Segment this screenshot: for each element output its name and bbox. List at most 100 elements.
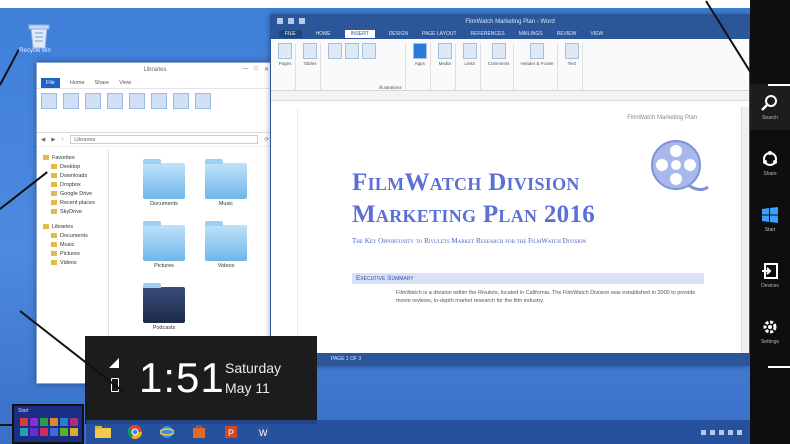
- chrome-icon[interactable]: [124, 423, 146, 441]
- charm-search[interactable]: Search: [750, 84, 790, 130]
- explorer-tab-view[interactable]: View: [119, 80, 131, 86]
- charms-bar: Search Share Start Devices Settings: [750, 0, 790, 444]
- explorer-title-bar[interactable]: Libraries — □ ✕: [37, 63, 273, 77]
- word-tab-review[interactable]: REVIEW: [557, 31, 577, 37]
- tile: [70, 428, 78, 436]
- ribbon-group[interactable]: Header & Footer: [518, 43, 558, 90]
- charm-start[interactable]: Start: [750, 196, 790, 242]
- nav-item[interactable]: SkyDrive: [43, 207, 108, 216]
- word-window[interactable]: FilmWatch Marketing Plan - Word FILE HOM…: [270, 14, 750, 366]
- nav-item[interactable]: Music: [43, 240, 108, 249]
- forward-icon[interactable]: ▶: [51, 137, 55, 143]
- folder-icon: [51, 251, 57, 256]
- internet-explorer-icon[interactable]: [156, 423, 178, 441]
- word-tab-mailings[interactable]: MAILINGS: [519, 31, 543, 37]
- close-icon[interactable]: ✕: [264, 66, 269, 73]
- save-icon[interactable]: [277, 18, 283, 24]
- powerpoint-icon[interactable]: P: [220, 423, 242, 441]
- word-icon[interactable]: W: [252, 423, 274, 441]
- word-title-bar[interactable]: FilmWatch Marketing Plan - Word: [271, 15, 749, 28]
- folder-item[interactable]: Pictures: [139, 221, 189, 269]
- word-title: FilmWatch Marketing Plan - Word: [465, 18, 555, 25]
- ribbon-group[interactable]: Pages: [275, 43, 296, 90]
- folder-item[interactable]: Music: [201, 159, 251, 207]
- nav-item[interactable]: Recent places: [43, 198, 108, 207]
- tile: [50, 418, 58, 426]
- system-tray[interactable]: [701, 429, 750, 435]
- undo-icon[interactable]: [288, 18, 294, 24]
- folder-label: Pictures: [154, 263, 174, 269]
- ribbon-group[interactable]: Links: [460, 43, 481, 90]
- folder-item[interactable]: Podcasts: [139, 283, 189, 331]
- folder-item[interactable]: Videos: [201, 221, 251, 269]
- ribbon-group[interactable]: Media: [435, 43, 456, 90]
- maximize-icon[interactable]: □: [254, 66, 258, 73]
- new-folder-button[interactable]: [151, 93, 167, 109]
- recycle-bin-icon: [28, 24, 50, 49]
- folder-icon: [51, 209, 57, 214]
- file-explorer-icon[interactable]: [92, 423, 114, 441]
- ribbon-group[interactable]: Text: [562, 43, 583, 90]
- explorer-tab-share[interactable]: Share: [95, 80, 110, 86]
- document-page[interactable]: FilmWatch Marketing Plan FilmWatch Divis…: [297, 107, 731, 351]
- charm-settings[interactable]: Settings: [750, 308, 790, 354]
- ribbon-group[interactable]: Tables: [300, 43, 321, 90]
- nav-item[interactable]: Desktop: [43, 162, 108, 171]
- tray-icon[interactable]: [737, 429, 742, 435]
- nav-item[interactable]: Favorites: [43, 153, 108, 162]
- tray-icon[interactable]: [701, 429, 706, 435]
- folder-icon: [51, 191, 57, 196]
- folder-label: Videos: [217, 263, 235, 269]
- back-icon[interactable]: ◀: [41, 137, 45, 143]
- charm-share[interactable]: Share: [750, 140, 790, 186]
- word-tab-home[interactable]: HOME: [316, 31, 331, 37]
- copy-to-button[interactable]: [107, 93, 123, 109]
- folder-item[interactable]: Documents: [139, 159, 189, 207]
- explorer-tab-home[interactable]: Home: [70, 80, 85, 86]
- nav-item[interactable]: Pictures: [43, 249, 108, 258]
- word-tab-view[interactable]: VIEW: [590, 31, 603, 37]
- refresh-icon[interactable]: ⟳: [264, 137, 269, 143]
- properties-button[interactable]: [173, 93, 189, 109]
- nav-item[interactable]: Videos: [43, 258, 108, 267]
- paste-button[interactable]: [63, 93, 79, 109]
- select-all-button[interactable]: [195, 93, 211, 109]
- word-tab-insert[interactable]: INSERT: [344, 29, 375, 38]
- address-field[interactable]: Libraries: [70, 135, 259, 144]
- ribbon-group[interactable]: Apps: [410, 43, 431, 90]
- copy-button[interactable]: [41, 93, 57, 109]
- delete-button[interactable]: [129, 93, 145, 109]
- folder-icon: [205, 159, 247, 199]
- store-icon[interactable]: [188, 423, 210, 441]
- explorer-tab-file[interactable]: File: [41, 77, 60, 88]
- charm-devices[interactable]: Devices: [750, 252, 790, 298]
- tile: [60, 428, 68, 436]
- vertical-scrollbar[interactable]: [741, 107, 749, 353]
- share-icon: [763, 150, 777, 166]
- move-to-button[interactable]: [85, 93, 101, 109]
- tray-icon[interactable]: [728, 429, 733, 435]
- word-tab-design[interactable]: DESIGN: [389, 31, 408, 37]
- ribbon-group[interactable]: Illustrations: [325, 43, 406, 90]
- nav-item[interactable]: Dropbox: [43, 180, 108, 189]
- word-tab-file[interactable]: FILE: [279, 29, 302, 38]
- minimize-icon[interactable]: —: [242, 66, 248, 73]
- redo-icon[interactable]: [299, 18, 305, 24]
- ribbon-group[interactable]: Comments: [485, 43, 514, 90]
- tile: [20, 418, 28, 426]
- nav-item-label: Downloads: [60, 172, 88, 179]
- tray-icon[interactable]: [710, 429, 715, 435]
- nav-item[interactable]: Downloads: [43, 171, 108, 180]
- start-screen-thumbnail[interactable]: Start: [12, 404, 84, 444]
- nav-item-label: Libraries: [52, 223, 74, 230]
- tile: [40, 418, 48, 426]
- section-heading: Executive Summary: [352, 273, 704, 284]
- nav-item[interactable]: Google Drive: [43, 189, 108, 198]
- text-box-icon: [564, 43, 579, 59]
- nav-item[interactable]: Libraries: [43, 222, 108, 231]
- word-tab-references[interactable]: REFERENCES: [471, 31, 505, 37]
- word-tab-page-layout[interactable]: PAGE LAYOUT: [422, 31, 457, 37]
- nav-item[interactable]: Documents: [43, 231, 108, 240]
- tray-icon[interactable]: [719, 429, 724, 435]
- up-icon[interactable]: ↑: [61, 137, 64, 143]
